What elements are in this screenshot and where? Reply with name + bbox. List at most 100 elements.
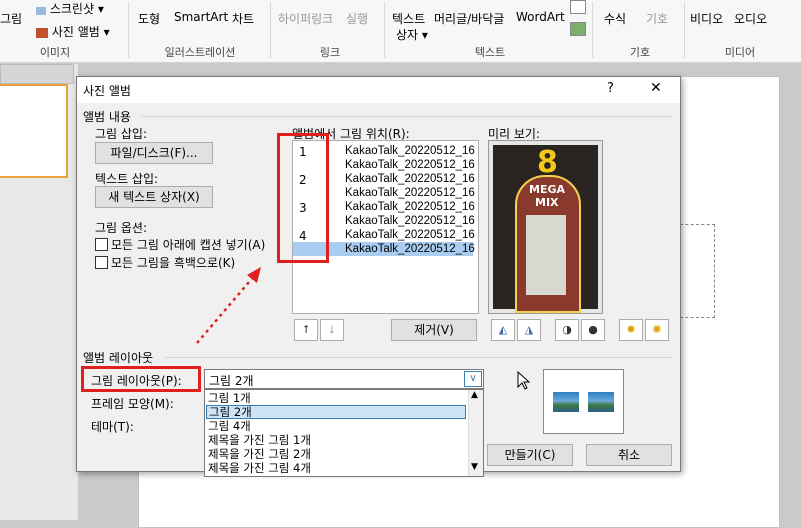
ribbon-symbol-button[interactable]: 기호 — [646, 10, 668, 27]
picture-options-label: 그림 옵션: — [95, 221, 148, 235]
layout-option[interactable]: 그림 1개 — [206, 391, 468, 405]
group-symbols-label: 기호 — [629, 46, 651, 59]
group-images-label: 이미지 — [39, 46, 71, 59]
annotation-box-layout — [81, 366, 201, 392]
bw-checkbox[interactable] — [95, 256, 108, 269]
ribbon-action-button[interactable]: 실행 — [346, 10, 368, 27]
chevron-down-icon[interactable]: ∨ — [464, 371, 482, 387]
caption-option[interactable]: 모든 그림 아래에 캡션 넣기(A) — [95, 236, 265, 253]
scroll-up-icon[interactable]: ▲ — [471, 390, 478, 400]
ribbon-smartart-button[interactable]: SmartArt — [174, 10, 228, 24]
dialog-title: 사진 앨범 — [83, 84, 131, 98]
placeholder-border — [680, 224, 715, 318]
ribbon-audio-button[interactable]: 오디오 — [734, 10, 767, 27]
preview-line2: MIX — [535, 196, 559, 209]
textbox-label-line2: 상자 — [396, 28, 419, 42]
arrow-up-icon: ⭡ — [303, 323, 309, 336]
annotation-arrow — [196, 267, 261, 344]
preview-image: 8 MEGA MIX — [488, 140, 603, 314]
help-button[interactable]: ? — [607, 81, 614, 96]
preview-line1: MEGA — [529, 183, 566, 196]
smartart-label: SmartArt — [174, 10, 229, 24]
album-content-heading: 앨범 내용 — [83, 110, 131, 124]
ribbon-wordart-button[interactable]: WordArt — [516, 10, 565, 24]
rotate-right-icon: ◮ — [524, 323, 534, 336]
equation-label: 수식 — [604, 12, 627, 26]
move-up-button[interactable]: ⭡ — [294, 319, 318, 341]
photo-album-label: 사진 앨범 — [51, 25, 100, 39]
ribbon-video-button[interactable]: 비디오 — [690, 10, 723, 27]
rotate-left-button[interactable]: ◭ — [491, 319, 515, 341]
ribbon-photo-album-button[interactable]: 사진 앨범 ▾ — [36, 23, 110, 40]
group-links-label: 링크 — [319, 46, 341, 59]
close-button[interactable]: ✕ — [650, 80, 662, 96]
layout-option-selected[interactable]: 그림 2개 — [206, 405, 466, 419]
caption-checkbox[interactable] — [95, 238, 108, 251]
contrast-up-icon: ◑ — [562, 323, 572, 336]
ribbon-separator — [384, 2, 385, 58]
slide-thumbnail[interactable] — [0, 84, 68, 178]
layout-option[interactable]: 제목을 가진 그림 2개 — [206, 447, 468, 461]
layout-option[interactable]: 그림 4개 — [206, 419, 468, 433]
contrast-down-button[interactable]: ● — [581, 319, 605, 341]
layout-preview — [543, 369, 624, 434]
album-layout-heading: 앨범 레이아웃 — [83, 351, 154, 365]
rotate-right-button[interactable]: ◮ — [517, 319, 541, 341]
ribbon: 그림 스크린샷 ▾ 사진 앨범 ▾ 이미지 도형 SmartArt 차트 일러스… — [0, 0, 801, 63]
cancel-button[interactable]: 취소 — [586, 444, 672, 466]
chart-label: 차트 — [232, 12, 255, 26]
list-item[interactable]: KakaoTalk_20220512_16 — [343, 228, 477, 242]
slides-panel-tab[interactable] — [0, 64, 74, 84]
preview-photo: 8 MEGA MIX — [493, 145, 598, 313]
ribbon-separator — [270, 2, 271, 58]
list-item[interactable]: KakaoTalk_20220512_16 — [343, 172, 477, 186]
rotate-left-icon: ◭ — [498, 323, 508, 336]
ribbon-equation-button[interactable]: 수식 — [604, 10, 626, 27]
album-layout-divider — [165, 357, 673, 358]
brightness-down-button[interactable]: ✺ — [645, 319, 669, 341]
dialog-titlebar: 사진 앨범 ? ✕ — [77, 77, 680, 103]
ribbon-screenshot-button[interactable]: 스크린샷 ▾ — [36, 0, 104, 17]
video-label: 비디오 — [690, 12, 724, 26]
ribbon-hyperlink-button[interactable]: 하이퍼링크 — [278, 10, 333, 27]
ribbon-chart-button[interactable]: 차트 — [232, 10, 254, 27]
group-text-label: 텍스트 — [474, 46, 506, 59]
object-icon[interactable] — [570, 0, 586, 14]
preview-number: 8 — [537, 145, 558, 180]
frame-shape-label: 프레임 모양(M): — [91, 397, 174, 411]
picture-layout-dropdown[interactable]: 그림 1개 그림 2개 그림 4개 제목을 가진 그림 1개 제목을 가진 그림… — [204, 389, 484, 477]
move-down-button[interactable]: ⭣ — [320, 319, 344, 341]
insert-text-label: 텍스트 삽입: — [95, 172, 159, 186]
insert-object-icon[interactable] — [570, 22, 586, 36]
preview-menu-board — [526, 215, 566, 295]
hyperlink-label: 하이퍼링크 — [278, 12, 334, 26]
annotation-box-numbers — [277, 133, 329, 263]
scroll-down-icon[interactable]: ▼ — [471, 462, 478, 472]
layout-option[interactable]: 제목을 가진 그림 4개 — [206, 461, 468, 475]
ribbon-header-footer-button[interactable]: 머리글/바닥글 — [434, 10, 504, 27]
contrast-up-button[interactable]: ◑ — [555, 319, 579, 341]
album-content-divider — [141, 116, 673, 117]
create-button[interactable]: 만들기(C) — [487, 444, 573, 466]
shapes-label: 도형 — [138, 12, 161, 26]
layout-option[interactable]: 제목을 가진 그림 1개 — [206, 433, 468, 447]
new-textbox-button[interactable]: 새 텍스트 상자(X) — [95, 186, 213, 208]
list-item[interactable]: KakaoTalk_20220512_16 — [343, 158, 477, 172]
ribbon-picture-button[interactable]: 그림 — [0, 10, 22, 27]
theme-label: 테마(T): — [91, 420, 134, 434]
list-item[interactable]: KakaoTalk_20220512_16 — [343, 200, 477, 214]
list-item[interactable]: KakaoTalk_20220512_16 — [343, 144, 477, 158]
list-item[interactable]: KakaoTalk_20220512_16 — [343, 214, 477, 228]
brightness-up-button[interactable]: ✹ — [619, 319, 643, 341]
dropdown-scrollbar[interactable]: ▲ ▼ — [468, 390, 483, 476]
remove-button[interactable]: 제거(V) — [391, 319, 477, 341]
ribbon-shapes-button[interactable]: 도형 — [138, 10, 160, 27]
picture-layout-combobox[interactable]: 그림 2개 ∨ — [204, 369, 484, 389]
caption-option-label: 모든 그림 아래에 캡션 넣기(A) — [111, 238, 266, 252]
photo-album-dialog: 사진 앨범 ? ✕ 앨범 내용 그림 삽입: 파일/디스크(F)... 텍스트 … — [76, 76, 681, 477]
ribbon-textbox-button[interactable]: 텍스트 — [392, 10, 425, 27]
list-item[interactable]: KakaoTalk_20220512_16 — [343, 186, 477, 200]
file-disk-button[interactable]: 파일/디스크(F)... — [95, 142, 213, 164]
wordart-label: WordArt — [516, 10, 565, 24]
group-media-label: 미디어 — [724, 46, 756, 59]
